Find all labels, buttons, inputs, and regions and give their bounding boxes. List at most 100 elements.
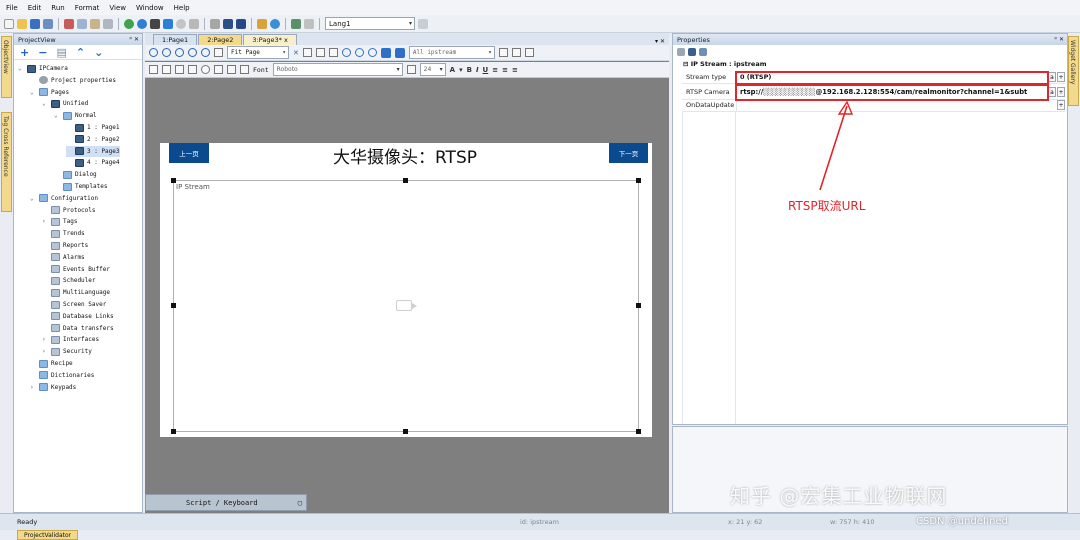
chevron-down-icon[interactable]: ⌄ [30, 195, 36, 202]
chevron-right-icon[interactable]: › [42, 218, 48, 225]
tag-icon[interactable] [257, 18, 267, 29]
align-center-icon[interactable] [511, 48, 521, 57]
resize-handle[interactable] [171, 303, 176, 308]
project-validator-tab[interactable]: ProjectValidator [17, 530, 79, 540]
stop-icon[interactable] [176, 18, 186, 29]
zoom-select-icon[interactable] [201, 48, 210, 57]
add-icon[interactable]: + [20, 46, 29, 59]
tree-item[interactable]: 4 : Page4 [66, 157, 120, 168]
ungroup-icon[interactable] [315, 48, 325, 57]
menu-run[interactable]: Run [51, 4, 64, 12]
language-select[interactable]: Lang1 ▾ [325, 17, 415, 30]
tree-item[interactable]: Dialog [54, 169, 97, 180]
rotate-icon[interactable] [341, 48, 351, 57]
close-icon[interactable]: x [284, 36, 288, 44]
tree-item[interactable]: ⌄ Unified [42, 98, 88, 109]
tree-item[interactable]: 2 : Page2 [66, 134, 120, 145]
align-text-right-icon[interactable]: ≡ [512, 66, 518, 74]
line-color-icon[interactable] [394, 47, 405, 58]
style-icon[interactable] [175, 65, 184, 74]
align-text-center-icon[interactable]: ≡ [502, 66, 508, 74]
side-tab-objectview[interactable]: ObjectView [1, 36, 12, 98]
tree-item[interactable]: ⌄ Configuration [30, 193, 98, 204]
options-icon[interactable] [304, 18, 314, 29]
tree-item[interactable]: › Keypads [30, 382, 76, 393]
advanced-icon[interactable] [699, 47, 707, 56]
undo-icon[interactable] [189, 18, 199, 29]
side-tab-widget-gallery[interactable]: Widget Gallery [1068, 36, 1079, 106]
chevron-down-icon[interactable]: ⌄ [54, 112, 60, 119]
resize-handle[interactable] [636, 429, 641, 434]
delete-x-icon[interactable]: ✕ [293, 49, 299, 57]
resize-handle[interactable] [636, 303, 641, 308]
build-icon[interactable] [150, 18, 160, 29]
tree-item[interactable]: 3 : Page3 [66, 145, 120, 157]
tab-page3[interactable]: 3:Page3* x [243, 34, 297, 45]
tab-list-icon[interactable]: ▾ ✕ [655, 38, 665, 45]
remove-icon[interactable]: − [38, 46, 47, 59]
move-down-icon[interactable]: ⌄ [94, 46, 103, 59]
zoom-select[interactable]: Fit Page ▾ [227, 46, 289, 59]
font-size-select[interactable]: 24 ▾ [419, 63, 446, 76]
run-icon[interactable] [124, 18, 134, 29]
state-icon[interactable] [201, 65, 210, 74]
box-icon[interactable] [162, 65, 171, 74]
font-more-icon[interactable] [406, 65, 416, 74]
panel-pin-close-icon[interactable]: ᵖ ✕ [1054, 36, 1064, 43]
menu-format[interactable]: Format [75, 4, 100, 12]
image-icon[interactable] [214, 65, 223, 74]
flip-icon[interactable] [354, 48, 364, 57]
visibility-icon[interactable] [240, 65, 249, 74]
tree-item[interactable]: Alarms [42, 252, 85, 263]
align-left-icon[interactable] [498, 48, 508, 57]
italic-icon[interactable]: I [476, 66, 479, 74]
zoom-in-icon[interactable] [149, 48, 158, 57]
resize-handle[interactable] [403, 429, 408, 434]
text-bg-icon[interactable]: ▾ [459, 66, 463, 74]
property-browse-icon[interactable]: a [1048, 87, 1056, 97]
tree-item[interactable]: Events Buffer [42, 264, 110, 275]
align-icon[interactable] [236, 18, 246, 29]
lock-icon[interactable] [227, 65, 236, 74]
chevron-down-icon[interactable]: ⌄ [18, 65, 24, 72]
new-file-icon[interactable] [4, 18, 14, 29]
resize-handle[interactable] [403, 178, 408, 183]
tree-item[interactable]: MultiLanguage [42, 287, 110, 298]
cut-icon[interactable] [64, 18, 74, 29]
font-color-icon[interactable]: A [450, 66, 455, 74]
tree-item[interactable]: › Tags [42, 216, 77, 227]
zoom-100-icon[interactable] [175, 48, 184, 57]
property-add-icon[interactable]: + [1057, 72, 1065, 82]
simulator-icon[interactable] [291, 18, 301, 29]
frame-icon[interactable] [328, 48, 338, 57]
resize-handle[interactable] [171, 178, 176, 183]
tree-item[interactable]: › Interfaces [42, 334, 99, 345]
order-icon[interactable] [367, 48, 377, 57]
underline-icon[interactable]: U [483, 66, 489, 74]
language-settings-icon[interactable] [418, 18, 428, 29]
save-all-icon[interactable] [43, 18, 53, 29]
delete-icon[interactable] [103, 18, 113, 29]
property-add-icon[interactable]: + [1057, 100, 1065, 110]
menu-file[interactable]: File [6, 4, 18, 12]
tab-page2[interactable]: 2:Page2 [198, 34, 243, 45]
tree-item[interactable]: Data transfers [42, 323, 114, 334]
help-icon[interactable] [270, 18, 280, 29]
chevron-right-icon[interactable]: › [42, 336, 48, 343]
chevron-right-icon[interactable]: › [42, 348, 48, 355]
align-text-left-icon[interactable]: ≡ [492, 66, 498, 74]
collapse-icon[interactable]: ⊟ [683, 60, 688, 68]
bold-icon[interactable]: B [467, 66, 472, 74]
border-icon[interactable] [188, 65, 197, 74]
tree-item[interactable]: Protocols [42, 205, 96, 216]
prev-page-button[interactable]: 上一页 [169, 143, 209, 163]
property-add-icon[interactable]: + [1057, 87, 1065, 97]
shape-icon[interactable] [149, 65, 158, 74]
distribute-icon[interactable] [524, 48, 534, 57]
next-page-button[interactable]: 下一页 [609, 143, 648, 163]
tree-item[interactable]: › Security [42, 346, 92, 357]
property-browse-icon[interactable]: a [1048, 72, 1056, 82]
zoom-out-icon[interactable] [162, 48, 171, 57]
side-tab-tag-cross-reference[interactable]: Tag Cross Reference [1, 112, 12, 212]
fill-color-icon[interactable] [380, 47, 391, 58]
